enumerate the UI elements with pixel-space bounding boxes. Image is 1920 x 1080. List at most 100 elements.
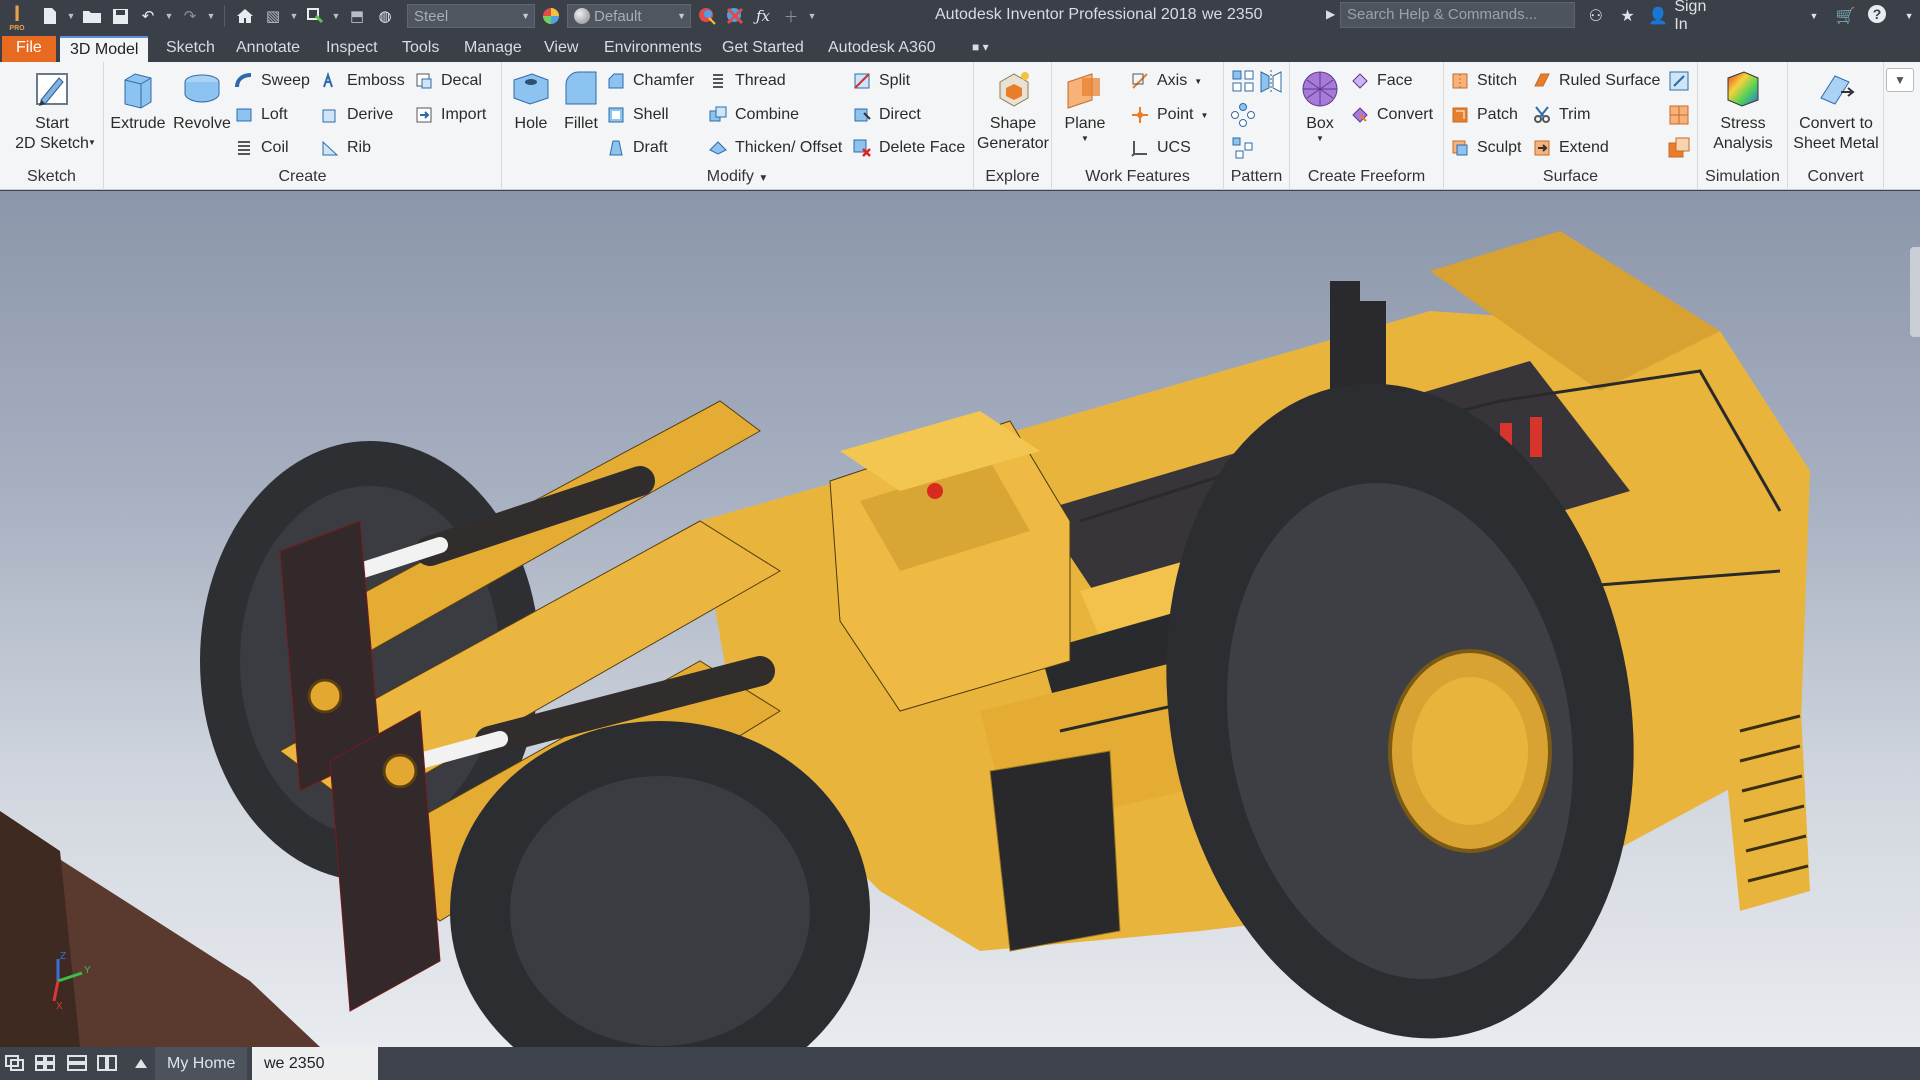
tab-manage[interactable]: Manage	[454, 36, 532, 62]
appearance-select[interactable]: Default ▼	[567, 4, 691, 28]
redo-icon[interactable]: ↷	[178, 4, 202, 28]
thicken-offset-button[interactable]: Thicken/ Offset	[708, 135, 842, 161]
extend-button[interactable]: Extend	[1532, 135, 1609, 161]
convert-to-sheet-metal-button[interactable]: Convert to Sheet Metal	[1788, 68, 1884, 154]
decal-button[interactable]: Decal	[414, 68, 482, 94]
loader-model[interactable]	[0, 191, 1920, 1047]
sweep-button[interactable]: Sweep	[234, 68, 310, 94]
combine-button[interactable]: Combine	[708, 102, 799, 128]
chevron-down-icon[interactable]: ▼	[206, 11, 216, 21]
fillet-button[interactable]: Fillet	[556, 68, 606, 134]
rib-button[interactable]: Rib	[320, 135, 371, 161]
ruled-surface-button[interactable]: Ruled Surface	[1532, 68, 1660, 94]
patch-button[interactable]: Patch	[1450, 102, 1518, 128]
sketch-icon[interactable]: ⬒	[345, 4, 369, 28]
panel-label-modify[interactable]: Modify ▼	[502, 166, 973, 188]
derive-button[interactable]: Derive	[320, 102, 393, 128]
trim-button[interactable]: Trim	[1532, 102, 1590, 128]
binoculars-icon[interactable]: ⚇	[1585, 6, 1607, 26]
color-wheel-icon[interactable]	[539, 4, 563, 28]
cart-icon[interactable]: 🛒	[1835, 6, 1857, 26]
fit-mesh-face-icon[interactable]	[1666, 102, 1692, 128]
triangle-up-icon[interactable]	[130, 1054, 152, 1072]
sign-in-button[interactable]: 👤 Sign In	[1648, 0, 1723, 34]
tab-get-started[interactable]: Get Started	[712, 36, 814, 62]
draft-button[interactable]: Draft	[606, 135, 668, 161]
tile-windows-icon[interactable]	[4, 1054, 26, 1072]
delete-face-button[interactable]: Delete Face	[852, 135, 965, 161]
chevron-down-icon[interactable]: ▼	[1898, 11, 1920, 21]
start-2d-sketch-button[interactable]: Start 2D Sketch	[8, 68, 96, 154]
loft-button[interactable]: Loft	[234, 102, 288, 128]
face-replace-icon[interactable]	[1666, 135, 1692, 161]
sketch-driven-pattern-icon[interactable]	[1230, 135, 1256, 161]
home-icon[interactable]	[233, 4, 257, 28]
new-file-icon[interactable]	[38, 4, 62, 28]
vertical-tile-icon[interactable]	[96, 1054, 118, 1072]
chevron-down-icon[interactable]: ▼	[331, 11, 341, 21]
direct-button[interactable]: Direct	[852, 102, 921, 128]
select-icon[interactable]	[303, 4, 327, 28]
ucs-button[interactable]: UCS	[1130, 135, 1191, 161]
chevron-down-icon[interactable]: ▼	[164, 11, 174, 21]
mirror-icon[interactable]	[1258, 68, 1284, 94]
chevron-right-icon[interactable]: ▶	[1326, 7, 1335, 21]
emboss-button[interactable]: Emboss	[320, 68, 405, 94]
stitch-button[interactable]: Stitch	[1450, 68, 1517, 94]
tab-file[interactable]: File	[2, 36, 56, 62]
graphics-viewport[interactable]: Y Z X	[0, 191, 1920, 1047]
revolve-button[interactable]: Revolve	[168, 68, 236, 134]
app-logo[interactable]: I PRO	[6, 2, 28, 33]
ribbon-collapse-button[interactable]: ▼	[1886, 68, 1914, 92]
import-button[interactable]: Import	[414, 102, 486, 128]
point-button[interactable]: Point ▼	[1130, 102, 1208, 128]
repair-bodies-icon[interactable]	[1666, 68, 1692, 94]
tab-my-home[interactable]: My Home	[155, 1047, 248, 1080]
thread-button[interactable]: Thread	[708, 68, 786, 94]
freeform-box-button[interactable]: Box ▼	[1290, 68, 1350, 144]
plane-button[interactable]: Plane ▼	[1058, 68, 1112, 144]
freeform-convert-button[interactable]: Convert	[1350, 102, 1433, 128]
chevron-down-icon[interactable]: ▼	[88, 138, 96, 147]
chevron-down-icon[interactable]: ▼	[289, 11, 299, 21]
viewcube-edge[interactable]	[1910, 247, 1920, 337]
coil-button[interactable]: Coil	[234, 135, 289, 161]
star-icon[interactable]: ★	[1617, 6, 1639, 26]
axis-button[interactable]: Axis ▼	[1130, 68, 1202, 94]
customize-qat-icon[interactable]: ▼	[807, 11, 817, 21]
tab-tools[interactable]: Tools	[392, 36, 449, 62]
shell-button[interactable]: Shell	[606, 102, 669, 128]
chamfer-button[interactable]: Chamfer	[606, 68, 694, 94]
circular-pattern-icon[interactable]	[1230, 102, 1256, 128]
tab-annotate[interactable]: Annotate	[226, 36, 310, 62]
adjust-appearance-icon[interactable]	[695, 4, 719, 28]
tab-3d-model[interactable]: 3D Model	[60, 36, 149, 62]
shape-generator-button[interactable]: Shape Generator	[974, 68, 1052, 154]
open-folder-icon[interactable]	[80, 4, 104, 28]
tab-sketch[interactable]: Sketch	[156, 36, 225, 62]
globe-icon[interactable]: ◍	[373, 4, 397, 28]
tab-autodesk-a360[interactable]: Autodesk A360	[818, 36, 946, 62]
fx-parameters-icon[interactable]: ƒx	[751, 4, 775, 28]
rectangular-pattern-icon[interactable]	[1230, 68, 1256, 94]
extrude-button[interactable]: Extrude	[108, 68, 168, 134]
search-input[interactable]: Search Help & Commands...	[1340, 2, 1575, 28]
grid-view-icon[interactable]	[34, 1054, 56, 1072]
material-select[interactable]: Steel ▼	[407, 4, 535, 28]
sculpt-button[interactable]: Sculpt	[1450, 135, 1521, 161]
clear-appearance-icon[interactable]	[723, 4, 747, 28]
plus-icon[interactable]: ＋	[779, 4, 803, 28]
image-icon[interactable]: ▧	[261, 4, 285, 28]
save-icon[interactable]	[108, 4, 132, 28]
tab-environments[interactable]: Environments	[594, 36, 712, 62]
undo-icon[interactable]: ↶	[136, 4, 160, 28]
help-icon[interactable]: ?	[1867, 4, 1889, 29]
chevron-down-icon[interactable]: ▼	[1803, 11, 1825, 21]
tab-document[interactable]: we 2350 .ipt✕	[252, 1047, 378, 1080]
hole-button[interactable]: Hole	[506, 68, 556, 134]
stress-analysis-button[interactable]: Stress Analysis	[1698, 68, 1788, 154]
freeform-face-button[interactable]: Face	[1350, 68, 1413, 94]
split-button[interactable]: Split	[852, 68, 910, 94]
tab-view[interactable]: View	[534, 36, 588, 62]
tab-inspect[interactable]: Inspect	[316, 36, 388, 62]
